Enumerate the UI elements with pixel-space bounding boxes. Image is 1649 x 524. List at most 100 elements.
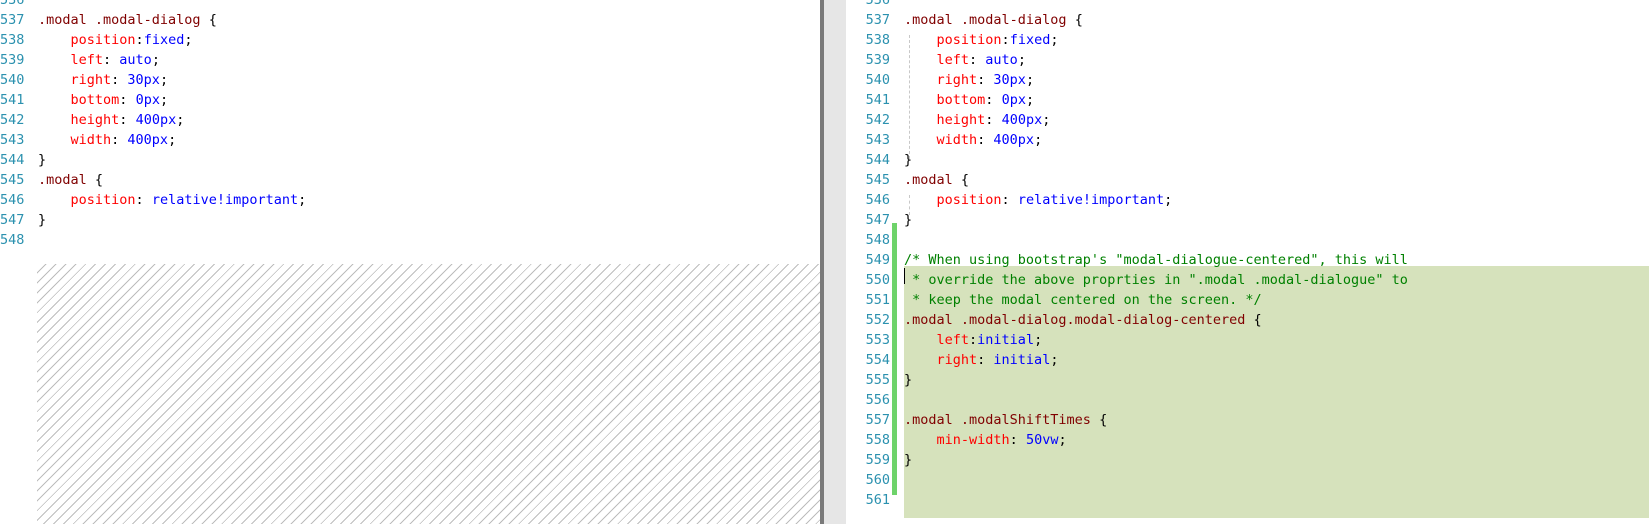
code-text: left: auto;	[936, 52, 1026, 68]
code-line[interactable]: 556	[846, 390, 1649, 411]
code-line[interactable]: 539 left: auto;	[0, 50, 820, 71]
code-text: .modal .modalShiftTimes {	[904, 412, 1108, 428]
line-number: 558	[865, 432, 890, 448]
line-number: 543	[0, 132, 25, 148]
code-line[interactable]: 545 .modal {	[846, 170, 1649, 191]
code-line[interactable]: 544}	[0, 150, 820, 171]
code-line[interactable]: 557 .modal .modalShiftTimes {	[846, 410, 1649, 431]
code-line[interactable]: 543 width: 400px;	[0, 130, 820, 151]
code-line[interactable]: 560	[846, 470, 1649, 491]
line-number: 541	[0, 92, 25, 108]
code-line[interactable]: 554 right: initial;	[846, 350, 1649, 371]
code-line[interactable]: 542 height: 400px;	[0, 110, 820, 131]
right-diff-pane[interactable]: 536 537 .modal .modal-dialog {538 position…	[846, 0, 1649, 524]
code-text: }	[904, 152, 913, 168]
code-line[interactable]: 561	[846, 490, 1649, 511]
line-number: 550	[865, 272, 890, 288]
code-text: }	[904, 212, 913, 228]
code-text: .modal .modal-dialog {	[904, 12, 1083, 28]
line-number: 541	[865, 92, 890, 108]
diff-splitter[interactable]	[820, 0, 846, 524]
code-text: }	[38, 212, 47, 228]
line-number: 551	[865, 292, 890, 308]
code-text: }	[38, 152, 47, 168]
code-text: position:fixed;	[936, 32, 1059, 48]
line-number: 546	[865, 192, 890, 208]
code-line[interactable]: 559}	[846, 450, 1649, 471]
code-text: height: 400px;	[70, 112, 185, 128]
line-number: 538	[865, 32, 890, 48]
code-line[interactable]: 543 width: 400px;	[846, 130, 1649, 151]
line-number: 560	[865, 472, 890, 488]
code-line[interactable]: 549 /* When using bootstrap's "modal-dial…	[846, 250, 1649, 271]
code-line[interactable]: 539 left: auto;	[846, 50, 1649, 71]
code-text: position: relative!important;	[936, 192, 1173, 208]
line-number: 539	[865, 52, 890, 68]
code-text: left: auto;	[70, 52, 160, 68]
left-diff-pane[interactable]: 536 537 .modal .modal-dialog {538 position…	[0, 0, 820, 524]
code-text: }	[904, 452, 913, 468]
line-number: 555	[865, 372, 890, 388]
code-line[interactable]: 546 position: relative!important;	[846, 190, 1649, 211]
code-line[interactable]: 555}	[846, 370, 1649, 391]
line-number: 553	[865, 332, 890, 348]
line-number: 548	[0, 232, 25, 248]
code-text: left:initial;	[936, 332, 1043, 348]
code-line[interactable]: 548	[846, 230, 1649, 251]
code-line[interactable]: 545 .modal {	[0, 170, 820, 191]
code-text: .modal .modal-dialog.modal-dialog-center…	[904, 312, 1262, 328]
line-number: 539	[0, 52, 25, 68]
code-line[interactable]: 540 right: 30px;	[0, 70, 820, 91]
code-text: right: 30px;	[936, 72, 1035, 88]
code-line[interactable]: 537 .modal .modal-dialog {	[846, 10, 1649, 31]
code-line[interactable]: 558 min-width: 50vw;	[846, 430, 1649, 451]
line-number: 537	[0, 12, 25, 28]
line-number: 545	[0, 172, 25, 188]
code-line[interactable]: 542 height: 400px;	[846, 110, 1649, 131]
code-line[interactable]: 537 .modal .modal-dialog {	[0, 10, 820, 31]
code-text: /* When using bootstrap's "modal-dialogu…	[904, 252, 1408, 268]
code-text: width: 400px;	[70, 132, 177, 148]
code-line[interactable]: 547}	[0, 210, 820, 231]
line-number: 552	[865, 312, 890, 328]
code-line[interactable]: 541 bottom: 0px;	[0, 90, 820, 111]
line-number: 543	[865, 132, 890, 148]
code-line[interactable]: 546 position: relative!important;	[0, 190, 820, 211]
line-number: 557	[865, 412, 890, 428]
code-line[interactable]: 547}	[846, 210, 1649, 231]
code-line[interactable]: 538 position:fixed;	[846, 30, 1649, 51]
code-text: }	[904, 372, 913, 388]
line-number: 547	[865, 212, 890, 228]
code-text: right: 30px;	[70, 72, 169, 88]
line-number: 540	[0, 72, 25, 88]
code-text: position: relative!important;	[70, 192, 307, 208]
line-number: 549	[865, 252, 890, 268]
code-text: height: 400px;	[936, 112, 1051, 128]
line-number: 561	[865, 492, 890, 508]
code-text: * keep the modal centered on the screen.…	[904, 292, 1262, 308]
code-text: bottom: 0px;	[936, 92, 1035, 108]
code-text: width: 400px;	[936, 132, 1043, 148]
code-text: position:fixed;	[70, 32, 193, 48]
line-number: 548	[865, 232, 890, 248]
code-text: right: initial;	[936, 352, 1059, 368]
line-number: 554	[865, 352, 890, 368]
code-text: .modal .modal-dialog {	[38, 12, 217, 28]
code-line[interactable]: 551 * keep the modal centered on the scr…	[846, 290, 1649, 311]
code-text: min-width: 50vw;	[936, 432, 1067, 448]
code-line[interactable]: 552 .modal .modal-dialog.modal-dialog-cen…	[846, 310, 1649, 331]
code-line[interactable]: 553 left:initial;	[846, 330, 1649, 351]
line-number: 547	[0, 212, 25, 228]
code-line[interactable]: 548	[0, 230, 820, 251]
code-line[interactable]: 550 * override the above proprties in ".…	[846, 270, 1649, 291]
line-number: 544	[0, 152, 25, 168]
code-line[interactable]: 540 right: 30px;	[846, 70, 1649, 91]
code-text: .modal {	[904, 172, 970, 188]
code-text: * override the above proprties in ".moda…	[904, 272, 1408, 288]
splitter-handle[interactable]	[820, 0, 824, 524]
line-number: 540	[865, 72, 890, 88]
code-line[interactable]: 541 bottom: 0px;	[846, 90, 1649, 111]
code-line[interactable]: 544}	[846, 150, 1649, 171]
code-line[interactable]: 538 position:fixed;	[0, 30, 820, 51]
line-number: 537	[865, 12, 890, 28]
